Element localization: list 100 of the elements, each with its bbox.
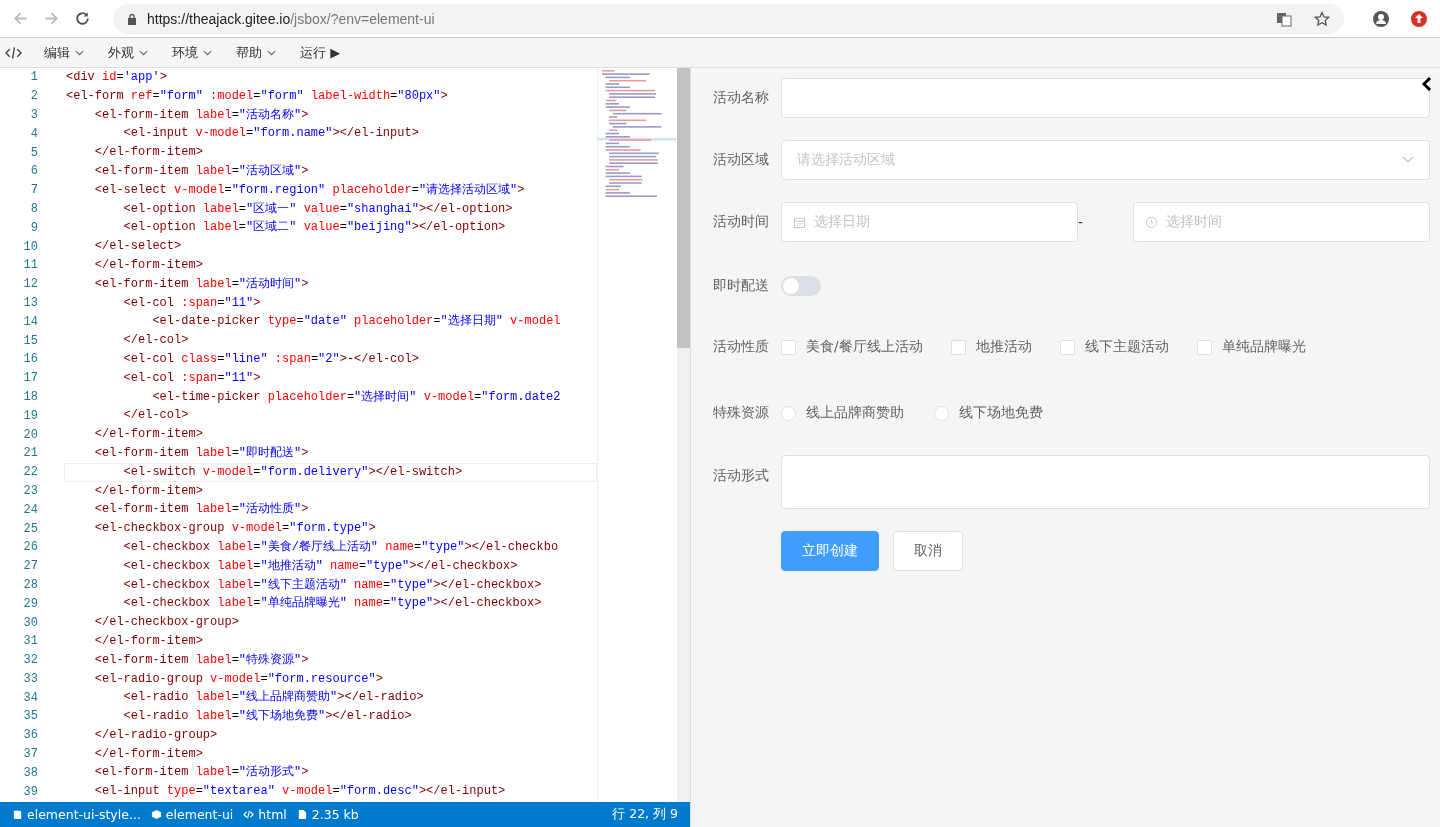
- line-number: 28: [22, 577, 39, 592]
- line-number: 34: [22, 690, 39, 705]
- code-line: </el-select>: [93, 238, 183, 256]
- reload-icon[interactable]: [74, 10, 91, 27]
- line-number: 31: [22, 634, 39, 649]
- checkbox-label[interactable]: 美食/餐厅线上活动: [806, 338, 923, 356]
- line-number: 17: [22, 371, 39, 386]
- scrollbar-thumb[interactable]: [677, 68, 690, 348]
- line-number: 8: [29, 201, 39, 216]
- line-number: 11: [22, 258, 39, 273]
- status-text: html: [258, 807, 287, 822]
- menu-item[interactable]: 外观: [98, 40, 158, 65]
- field-label: 即时配送: [713, 277, 770, 295]
- line-number: 36: [22, 728, 39, 743]
- code-line: </el-form-item>: [93, 426, 204, 444]
- code-line: <el-form-item label="活动形式">: [93, 764, 310, 782]
- checkbox-label[interactable]: 线下主题活动: [1084, 338, 1169, 356]
- radio-button[interactable]: [934, 405, 949, 421]
- radio-label[interactable]: 线上品牌商赞助: [806, 404, 904, 422]
- toggle-switch[interactable]: [781, 276, 821, 296]
- code-line: <el-form-item label="活动名称">: [93, 106, 310, 124]
- code-line: </el-col>: [122, 407, 190, 425]
- code-line: <el-col class="line" :span="2">-</el-col>: [122, 350, 420, 368]
- code-line: <el-date-picker type="date" placeholder="选择日期" v-model: [151, 313, 562, 331]
- account-icon[interactable]: [1372, 9, 1390, 28]
- line-number: 15: [22, 333, 39, 348]
- line-number: 22: [22, 465, 39, 480]
- line-number: 16: [22, 352, 39, 367]
- radio-label[interactable]: 线下场地免费: [959, 404, 1043, 422]
- code-line: <el-option label="区域二" value="beijing"></el-option>: [122, 219, 507, 237]
- radio-button[interactable]: [781, 405, 796, 421]
- code-line: </el-form-item>: [93, 144, 204, 162]
- code-line: <el-col :span="11">: [122, 294, 262, 312]
- line-number: 38: [22, 765, 39, 780]
- line-number: 10: [22, 239, 39, 254]
- caret-icon: [139, 49, 148, 56]
- line-number: 6: [29, 164, 39, 179]
- code-line: </el-checkbox-group>: [93, 614, 240, 632]
- line-number: 5: [29, 145, 39, 160]
- line-number: 30: [22, 615, 39, 630]
- address-bar[interactable]: https://theajack.gitee.io/jsbox/?env=element-ui: [113, 3, 1344, 34]
- line-number: 2: [29, 89, 39, 104]
- star-icon[interactable]: [1314, 10, 1330, 27]
- input-field[interactable]: [781, 78, 1430, 118]
- field-label: 活动区域: [713, 151, 770, 169]
- clock-icon: [1145, 215, 1158, 229]
- line-number: 25: [22, 521, 39, 536]
- code-line: <el-checkbox-group v-model="form.type">: [93, 520, 377, 538]
- textarea-field[interactable]: [781, 455, 1430, 509]
- menu-item[interactable]: 编辑: [34, 40, 94, 65]
- status-text: 2.35 kb: [311, 807, 359, 822]
- code-icon[interactable]: [5, 45, 22, 60]
- book-icon: [12, 809, 23, 820]
- checkbox[interactable]: [1196, 339, 1212, 355]
- code-line: </el-radio-group>: [93, 726, 219, 744]
- status-text: element-ui: [165, 807, 234, 822]
- back-icon[interactable]: [12, 10, 29, 27]
- line-number: 3: [29, 108, 39, 122]
- menu-item[interactable]: 帮助: [226, 40, 286, 65]
- code-line: </el-form-item>: [93, 745, 204, 763]
- line-number: 21: [22, 446, 39, 461]
- forward-icon[interactable]: [43, 10, 60, 27]
- file-icon: [296, 809, 308, 820]
- line-number: 13: [22, 295, 39, 310]
- code-line: <el-input type="textarea" v-model="form.desc"></el-input>: [93, 783, 507, 801]
- code-line: <el-radio label="线上品牌商赞助"></el-radio>: [122, 689, 425, 707]
- translate-icon[interactable]: [1276, 10, 1292, 27]
- code-line: <el-checkbox label="单纯品牌曝光" name="type"></el-checkbox>: [122, 595, 543, 613]
- field-label: 活动形式: [713, 467, 770, 485]
- calendar-icon: [793, 215, 806, 229]
- field-label: 活动性质: [713, 338, 770, 356]
- line-number: 32: [22, 653, 39, 668]
- cancel-button[interactable]: 取消: [893, 531, 963, 571]
- line-number: 23: [22, 483, 39, 498]
- checkbox[interactable]: [950, 339, 966, 355]
- code-line: <el-form-item label="活动时间">: [93, 275, 310, 293]
- line-number: 1: [29, 70, 39, 85]
- code-line: <div id='app'>: [65, 69, 168, 86]
- checkbox-label[interactable]: 地推活动: [975, 338, 1032, 356]
- cursor-position: 行 22, 列 9: [612, 806, 678, 823]
- code-line: <el-checkbox label="线下主题活动" name="type"></el-checkbox>: [122, 576, 543, 594]
- line-number: 7: [29, 183, 39, 198]
- code-line: <el-time-picker placeholder="选择时间" v-model="form.date2: [151, 388, 562, 406]
- collapse-icon[interactable]: [1422, 76, 1432, 92]
- code-line: <el-form-item label="即时配送">: [93, 444, 310, 462]
- chevron-down-icon: [1402, 156, 1414, 164]
- line-number: 35: [22, 709, 39, 724]
- menu-item[interactable]: 环境: [162, 40, 222, 65]
- update-icon[interactable]: [1410, 9, 1428, 28]
- run-button[interactable]: 运行 ▶: [290, 40, 351, 65]
- line-number: 33: [22, 671, 39, 686]
- line-number: 19: [22, 408, 39, 423]
- field-label: 特殊资源: [713, 404, 770, 422]
- caret-icon: [267, 49, 276, 56]
- code-line: <el-checkbox label="地推活动" name="type"></el-checkbox>: [122, 557, 519, 575]
- checkbox[interactable]: [781, 339, 796, 355]
- checkbox[interactable]: [1059, 339, 1075, 355]
- checkbox-label[interactable]: 单纯品牌曝光: [1221, 338, 1306, 356]
- field-label: 活动名称: [713, 89, 770, 107]
- code-line: <el-form-item label="特殊资源">: [93, 651, 310, 669]
